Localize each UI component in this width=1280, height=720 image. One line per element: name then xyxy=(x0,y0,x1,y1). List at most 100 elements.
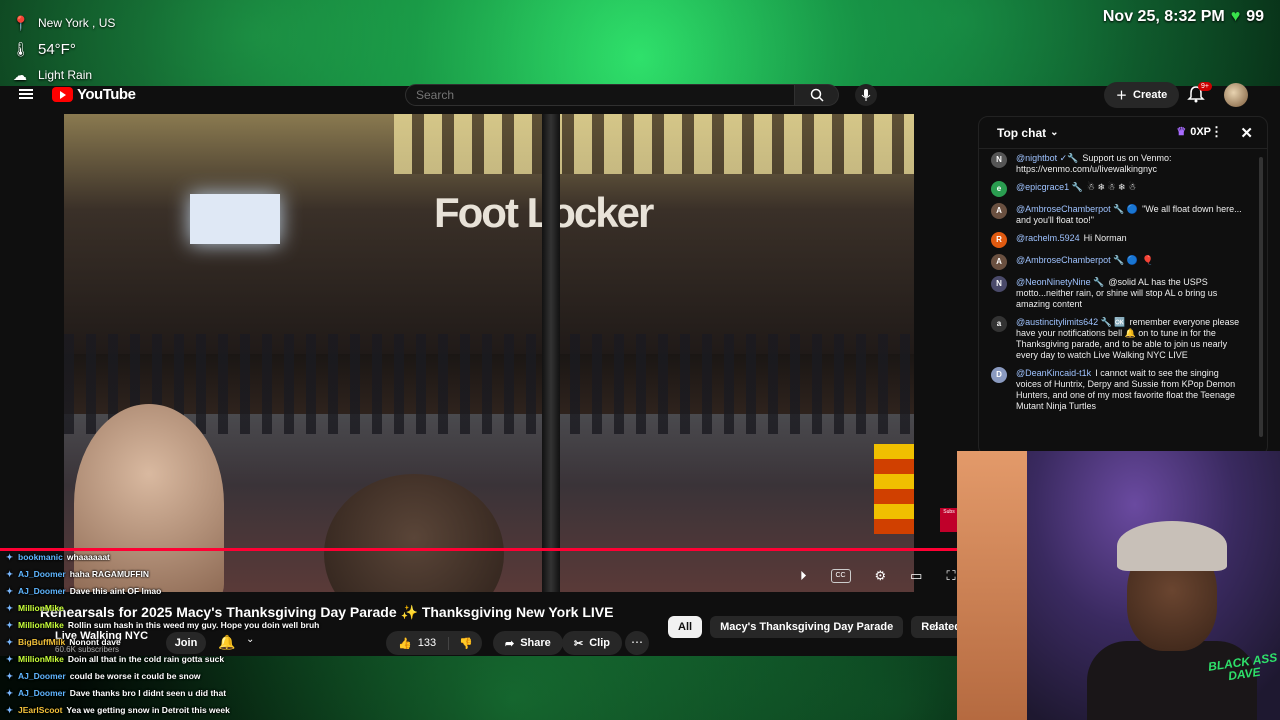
like-count: 133 xyxy=(417,637,437,649)
chat-avatar[interactable]: D xyxy=(991,367,1007,383)
account-avatar[interactable] xyxy=(1224,83,1248,107)
overlay-chat-line: ✦ AJ_Doomer Dave thanks bro I didnt seen u… xyxy=(6,685,319,702)
chat-badge-icon: ✦ xyxy=(6,603,14,613)
xp-badge[interactable]: ♛ 0XP xyxy=(1176,125,1211,139)
overlay-chat-line: ✦ AJ_Doomer could be worse it could be sno… xyxy=(6,668,319,685)
video-scene-pole xyxy=(542,114,560,592)
chat-menu-icon[interactable]: ⋮ xyxy=(1210,124,1223,140)
search-button[interactable] xyxy=(795,84,839,106)
chat-badge-icon: ✦ xyxy=(6,671,14,681)
captions-icon[interactable]: CC xyxy=(830,569,851,583)
overlay-chat-text: Doin all that in the cold rain gotta suc… xyxy=(67,654,225,664)
overlay-chat-text: whaaaaaat xyxy=(66,552,110,562)
weather-condition: ☁ Light Rain xyxy=(12,62,115,88)
video-player[interactable]: Foot Locker xyxy=(64,114,914,592)
overlay-chat-user: MillionMike xyxy=(18,603,64,613)
overlay-chat-line: ✦ MillionMike Rollin sum hash in this weed… xyxy=(6,617,319,634)
chat-badge-icon: ✦ xyxy=(6,688,14,698)
clip-button[interactable]: ✂ Clip xyxy=(562,631,622,655)
theater-mode-icon[interactable]: ▭ xyxy=(910,568,922,584)
overlay-chat-text: Rollin sum hash in this weed my guy. Hop… xyxy=(67,620,320,630)
chat-header: Top chat ⌄ ♛ 0XP ⋮ ✕ xyxy=(979,117,1267,149)
hamburger-menu-icon[interactable] xyxy=(19,87,33,101)
chat-author[interactable]: @epicgrace1 🔧 xyxy=(1016,182,1083,192)
chat-avatar[interactable]: A xyxy=(991,254,1007,270)
chat-avatar[interactable]: e xyxy=(991,181,1007,197)
stream-overlay-chat: ✦ bookmanic whaaaaaat ✦ AJ_Doomer haha RAGAMU… xyxy=(6,549,319,719)
overlay-chat-text: Nonont dave xyxy=(69,637,121,647)
voice-search-button[interactable] xyxy=(855,84,877,106)
chip-macys-parade[interactable]: Macy's Thanksgiving Day Parade xyxy=(710,616,904,638)
chat-message: e @epicgrace1 🔧 ☃ ❄ ☃ ❄ ☃ xyxy=(991,181,1243,197)
overlay-chat-line: ✦ MillionMike Doin all that in the cold ra… xyxy=(6,651,319,668)
notifications-badge: 9+ xyxy=(1198,82,1212,91)
chat-avatar[interactable]: A xyxy=(991,203,1007,219)
overlay-chat-user: MillionMike xyxy=(18,654,64,664)
youtube-logo[interactable]: YouTube xyxy=(52,86,136,103)
more-actions-icon[interactable]: ⋯ xyxy=(625,631,649,655)
overlay-chat-user: BigBuffMilk xyxy=(18,637,66,647)
temperature-text: 54°F° xyxy=(38,40,76,58)
chat-author[interactable]: @DeanKincaid-t1k xyxy=(1016,368,1091,378)
webcam-person-hat xyxy=(1117,521,1227,571)
fullscreen-icon[interactable]: ⛶ xyxy=(946,568,955,584)
close-icon[interactable]: ✕ xyxy=(1240,124,1253,142)
settings-gear-icon[interactable]: ⚙ xyxy=(875,568,887,584)
chat-avatar[interactable]: N xyxy=(991,152,1007,168)
chevron-right-icon[interactable]: › xyxy=(934,618,939,634)
stream-clock: Nov 25, 8:32 PM ♥ 99 xyxy=(1103,8,1264,26)
chat-author[interactable]: @austincitylimits642 🔧 🆗 xyxy=(1016,317,1126,327)
clip-label: Clip xyxy=(589,637,610,649)
chat-text: 🎈 xyxy=(1142,255,1154,265)
xp-label: 0XP xyxy=(1190,125,1211,138)
overlay-chat-user: AJ_Doomer xyxy=(18,586,66,596)
dislike-button[interactable]: 👎 xyxy=(449,637,483,650)
scissors-icon: ✂ xyxy=(574,637,584,650)
location-text: New York , US xyxy=(38,16,116,30)
create-button[interactable]: ＋ Create xyxy=(1104,82,1180,108)
chat-author[interactable]: @nightbot ✓🔧 xyxy=(1016,153,1078,163)
thumbs-down-icon: 👎 xyxy=(459,637,473,650)
share-button[interactable]: ➦ Share xyxy=(493,631,563,655)
chat-badge-icon: ✦ xyxy=(6,586,14,596)
subscribe-overlay-chip[interactable]: Subs xyxy=(940,508,958,532)
chat-message: A @AmbroseChamberpot 🔧 🔵 🎈 xyxy=(991,254,1243,270)
like-button[interactable]: 👍 133 xyxy=(386,636,450,650)
chat-message: a @austincitylimits642 🔧 🆗 remember everyo… xyxy=(991,316,1243,361)
crown-icon: ♛ xyxy=(1176,126,1187,138)
overlay-chat-user: bookmanic xyxy=(18,552,63,562)
chat-messages: N @nightbot ✓🔧 Support us on Venmo: https:… xyxy=(979,149,1267,412)
overlay-chat-user: AJ_Doomer xyxy=(18,671,66,681)
chat-author[interactable]: @AmbroseChamberpot 🔧 🔵 xyxy=(1016,204,1138,214)
chat-author[interactable]: @NeonNinetyNine 🔧 xyxy=(1016,277,1104,287)
webcam-wall xyxy=(957,451,1027,720)
chat-avatar[interactable]: a xyxy=(991,316,1007,332)
video-scene-crowd xyxy=(64,334,914,434)
chat-text: Hi Norman xyxy=(1083,233,1127,243)
youtube-topbar: YouTube ＋ Create 9+ xyxy=(0,82,1280,108)
chat-avatar[interactable]: R xyxy=(991,232,1007,248)
top-chat-dropdown[interactable]: Top chat xyxy=(997,126,1046,140)
like-dislike-group: 👍 133 👎 xyxy=(386,631,482,655)
chip-all[interactable]: All xyxy=(668,616,703,638)
youtube-logo-text: YouTube xyxy=(77,86,136,103)
chat-scrollbar[interactable] xyxy=(1259,157,1263,437)
chat-badge-icon: ✦ xyxy=(6,637,14,647)
overlay-chat-line: ✦ BigBuffMilk Nonont dave xyxy=(6,634,319,651)
search-input[interactable] xyxy=(405,84,795,106)
chat-text: ☃ ❄ ☃ ❄ ☃ xyxy=(1086,182,1137,192)
chat-avatar[interactable]: N xyxy=(991,276,1007,292)
weather-widget: 📍 New York , US 🌡 54°F° ☁ Light Rain xyxy=(12,10,115,88)
cloud-icon: ☁ xyxy=(13,66,27,83)
overlay-chat-text: Yea we getting snow in Detroit this week xyxy=(66,705,230,715)
chevron-down-icon[interactable]: ⌄ xyxy=(1050,127,1058,138)
chat-author[interactable]: @rachelm.5924 xyxy=(1016,233,1080,243)
share-label: Share xyxy=(520,637,551,649)
chat-badge-icon: ✦ xyxy=(6,654,14,664)
chat-message: R @rachelm.5924 Hi Norman xyxy=(991,232,1243,248)
autoplay-toggle-icon[interactable]: ⏵ xyxy=(800,568,807,584)
chat-message: D @DeanKincaid-t1k I cannot wait to see th… xyxy=(991,367,1243,412)
overlay-chat-line: ✦ MillionMike xyxy=(6,600,319,617)
chat-author[interactable]: @AmbroseChamberpot 🔧 🔵 xyxy=(1016,255,1138,265)
video-scene-lights xyxy=(394,114,914,174)
